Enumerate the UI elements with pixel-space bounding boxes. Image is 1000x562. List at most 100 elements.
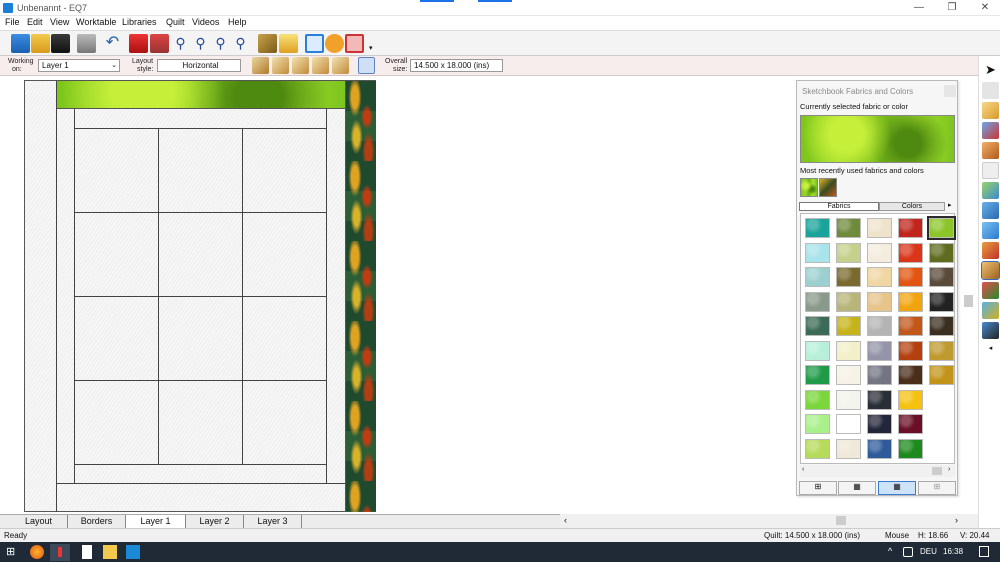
borders-tab-icon[interactable]: [325, 34, 344, 53]
adjust-tool-icon[interactable]: [982, 222, 999, 239]
fabric-swatch[interactable]: [929, 365, 954, 385]
paintbrush-tool-icon[interactable]: [252, 57, 269, 74]
new-file-icon[interactable]: [11, 34, 30, 53]
tab-layer-3[interactable]: Layer 3: [244, 515, 302, 529]
fabric-swatch[interactable]: [898, 291, 923, 312]
fabric-swatch[interactable]: [805, 365, 830, 385]
view-large-icon[interactable]: ▦: [878, 481, 916, 495]
fabric-swatch[interactable]: [867, 316, 892, 336]
fabric-swatch[interactable]: [929, 316, 954, 336]
fabric-swatch[interactable]: [929, 291, 954, 312]
layout-grid-icon[interactable]: [358, 57, 375, 74]
fabric-swatch[interactable]: [898, 340, 923, 361]
fabric-swatch[interactable]: [805, 389, 830, 410]
view-sketchbook-icon[interactable]: [150, 34, 169, 53]
fabric-swatch[interactable]: [836, 340, 861, 361]
overall-size-field[interactable]: 14.500 x 18.000 (ins): [410, 59, 503, 72]
fabric-swatch[interactable]: [805, 242, 830, 263]
fabric-swatch[interactable]: [805, 340, 830, 361]
menu-view[interactable]: View: [50, 17, 69, 27]
fabric-swatch[interactable]: [867, 365, 892, 385]
fabric-swatch[interactable]: [805, 267, 830, 287]
fabric-swatch[interactable]: [805, 438, 830, 459]
tab-colors[interactable]: Colors: [879, 202, 945, 211]
scroll-right-icon[interactable]: ›: [948, 466, 950, 473]
strip-collapse-icon[interactable]: ◂: [982, 344, 999, 352]
fabric-swatch[interactable]: [898, 365, 923, 385]
language-indicator[interactable]: DEU: [920, 547, 937, 556]
tab-fabrics[interactable]: Fabrics: [799, 202, 879, 211]
save-icon[interactable]: [51, 34, 70, 53]
recent-fabric-2[interactable]: [819, 178, 837, 197]
fabric-swatch[interactable]: [836, 267, 861, 287]
fabric-swatch[interactable]: [867, 340, 892, 361]
symmetry-icon[interactable]: [982, 202, 999, 219]
flip-block-icon[interactable]: [982, 182, 999, 199]
pointer-icon[interactable]: ➤: [982, 62, 999, 79]
fabric-swatch[interactable]: [836, 218, 861, 238]
fabric-swatch[interactable]: [929, 242, 954, 263]
tab-borders[interactable]: Borders: [68, 515, 126, 529]
fabric-swatch[interactable]: [898, 267, 923, 287]
fabric-swatch[interactable]: [805, 218, 830, 238]
layer-tab-icon[interactable]: [345, 34, 364, 53]
scroll-left-icon[interactable]: ‹: [564, 515, 567, 525]
paintbrush-icon[interactable]: [981, 261, 1000, 280]
close-button[interactable]: ✕: [971, 1, 999, 15]
fabric-swatch[interactable]: [805, 414, 830, 434]
fabric-swatch[interactable]: [867, 438, 892, 459]
fabric-swatch[interactable]: [929, 267, 954, 287]
swatch-horizontal-scrollbar[interactable]: ‹ ›: [800, 465, 955, 477]
color-swap-icon[interactable]: [982, 242, 999, 259]
scroll-thumb[interactable]: [932, 467, 942, 475]
menu-edit[interactable]: Edit: [27, 17, 43, 27]
add-to-sketchbook-icon[interactable]: [129, 34, 148, 53]
horizontal-scroll-thumb[interactable]: [836, 516, 846, 525]
help-icon[interactable]: [279, 34, 298, 53]
undo-icon[interactable]: ↶: [103, 34, 122, 53]
zoom-out-icon[interactable]: ⚲: [191, 34, 210, 53]
eq7-taskbar-icon[interactable]: [126, 545, 140, 559]
fabric-swatch[interactable]: [898, 242, 923, 263]
fabric-swatch[interactable]: [867, 267, 892, 287]
document-icon[interactable]: [82, 545, 92, 559]
toolbar-overflow-icon[interactable]: ▾: [369, 44, 373, 52]
running-app-highlight[interactable]: [50, 544, 70, 561]
rotate-block-icon[interactable]: [982, 162, 999, 179]
working-on-select[interactable]: Layer 1 ⌄: [38, 59, 120, 72]
fabric-swatch[interactable]: [929, 340, 954, 361]
fabric-swatch[interactable]: [867, 291, 892, 312]
open-folder-icon[interactable]: [31, 34, 50, 53]
fabric-swatch[interactable]: [805, 291, 830, 312]
tray-overflow-icon[interactable]: ^: [888, 546, 892, 556]
file-explorer-icon[interactable]: [103, 545, 117, 559]
fabric-swatch[interactable]: [836, 316, 861, 336]
swap-brush-icon[interactable]: [312, 57, 329, 74]
panel-menu-icon[interactable]: ▸: [948, 202, 957, 211]
menu-help[interactable]: Help: [228, 17, 247, 27]
fabric-swatch[interactable]: [898, 414, 923, 434]
clock[interactable]: 16:38: [943, 547, 963, 556]
brush-fill-icon[interactable]: [272, 57, 289, 74]
fabric-swatch[interactable]: [898, 389, 923, 410]
select-fabric-icon[interactable]: [982, 82, 999, 99]
maximize-button[interactable]: ❐: [938, 1, 966, 15]
erase-block-icon[interactable]: [982, 142, 999, 159]
panel-close-button[interactable]: [944, 85, 956, 97]
tab-layout[interactable]: Layout: [10, 515, 68, 529]
fabric-swatch[interactable]: [836, 242, 861, 263]
rulers-icon[interactable]: [258, 34, 277, 53]
right-border-fabric[interactable]: [345, 81, 376, 512]
menu-file[interactable]: File: [5, 17, 20, 27]
fabric-swatch[interactable]: [927, 216, 956, 240]
minimize-button[interactable]: —: [905, 1, 933, 15]
fabric-swatch[interactable]: [898, 218, 923, 238]
notifications-icon[interactable]: [979, 546, 989, 557]
swap-colors-icon[interactable]: [982, 302, 999, 319]
quilt-layout[interactable]: [24, 80, 376, 512]
fabric-swatch[interactable]: [836, 291, 861, 312]
vertical-scroll-thumb[interactable]: [964, 295, 973, 307]
scroll-right-icon[interactable]: ›: [955, 515, 958, 525]
random-recolor-icon[interactable]: [332, 57, 349, 74]
fabric-swatch[interactable]: [898, 438, 923, 459]
